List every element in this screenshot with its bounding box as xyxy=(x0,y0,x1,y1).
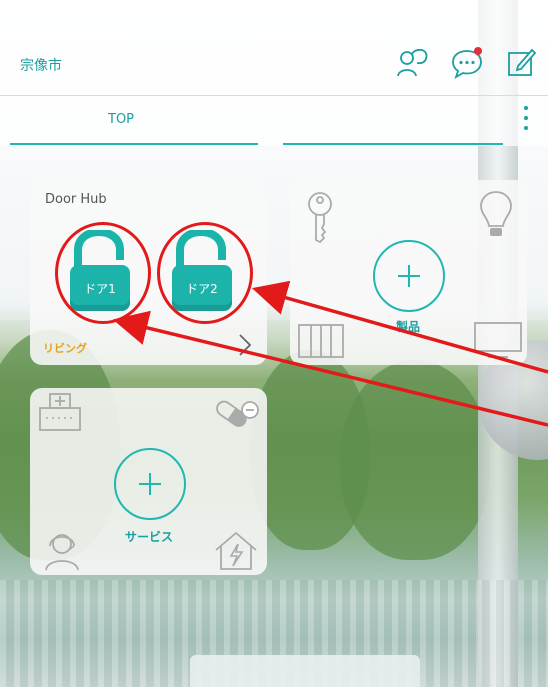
arrow-to-door-2 xyxy=(251,280,548,374)
annotation-arrows xyxy=(112,280,548,427)
app-screen: 宗像市 TOP Door Hub ドア1 ドア2 リビング 製品 サービス xyxy=(0,0,548,687)
arrow-to-door-1 xyxy=(112,310,548,427)
